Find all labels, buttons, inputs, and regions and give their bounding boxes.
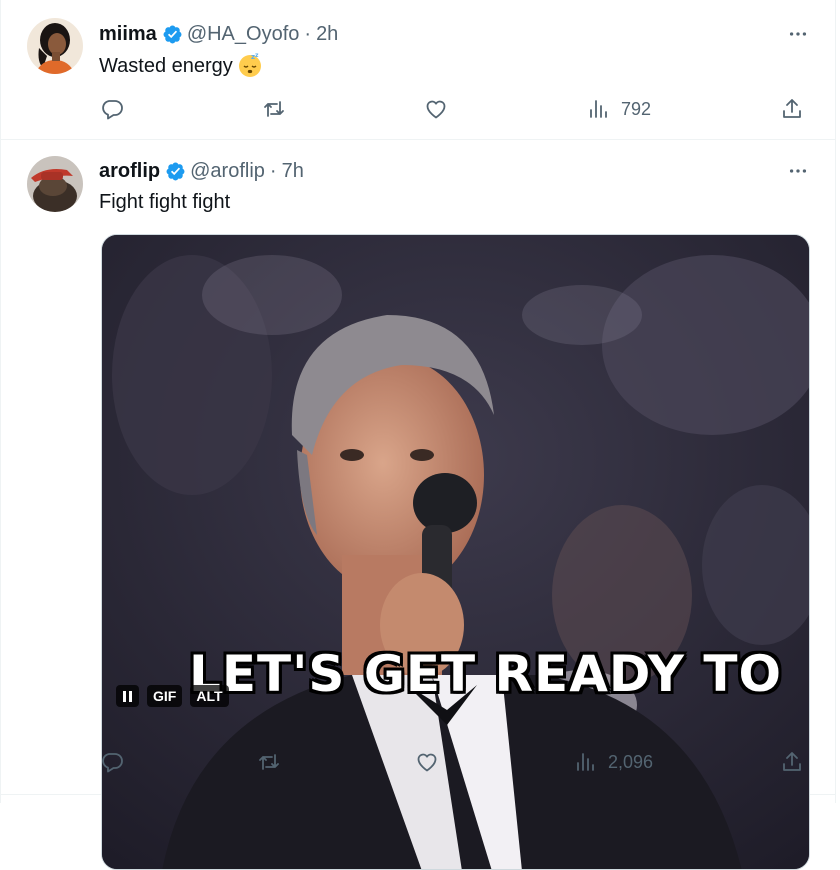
views-button[interactable]: 792: [587, 95, 651, 123]
avatar[interactable]: [27, 156, 83, 212]
tweet-actions: 792: [1, 95, 836, 123]
gif-badge: GIF: [147, 685, 183, 707]
reply-button[interactable]: [100, 748, 124, 776]
alt-button[interactable]: ALT: [190, 685, 229, 707]
separator: ·: [304, 22, 312, 45]
pause-button[interactable]: [116, 685, 139, 707]
verified-badge-icon: [162, 24, 183, 45]
views-icon: [590, 100, 607, 118]
like-button[interactable]: [424, 95, 448, 123]
user-handle[interactable]: @aroflip: [190, 160, 265, 183]
display-name[interactable]: miima: [99, 23, 157, 46]
views-count: 2,096: [608, 751, 654, 772]
sleeping-face-icon: zz: [237, 52, 263, 78]
retweet-button[interactable]: [262, 95, 286, 123]
svg-text:z: z: [255, 52, 259, 59]
separator: ·: [269, 159, 277, 182]
views-icon: [577, 753, 594, 771]
pause-icon: [123, 690, 132, 702]
share-button[interactable]: [780, 748, 804, 776]
tweet[interactable]: miima @HA_Oyofo · 2h Wasted energy z z 7…: [1, 0, 836, 140]
share-icon: [783, 99, 801, 118]
retweet-icon: [259, 754, 279, 770]
like-button[interactable]: [415, 748, 439, 776]
tweet-header: miima @HA_Oyofo · 2h: [99, 21, 338, 47]
share-icon: [783, 752, 801, 771]
tweet-text: Wasted energy z z: [99, 52, 263, 79]
like-icon: [426, 100, 446, 119]
avatar[interactable]: [27, 18, 83, 74]
share-button[interactable]: [780, 95, 804, 123]
timestamp[interactable]: 2h: [316, 23, 338, 46]
timestamp[interactable]: 7h: [282, 160, 304, 183]
tweet[interactable]: aroflip @aroflip · 7h Fight fight fight: [1, 140, 836, 870]
more-icon[interactable]: [786, 22, 810, 46]
verified-badge-icon: [165, 161, 186, 182]
reply-button[interactable]: [100, 95, 124, 123]
retweet-button[interactable]: [257, 748, 281, 776]
views-button[interactable]: 2,096: [574, 748, 653, 776]
views-count: 792: [621, 98, 652, 119]
gif-controls: GIF ALT: [116, 684, 229, 708]
reply-icon: [102, 100, 123, 120]
retweet-icon: [264, 101, 284, 117]
more-icon[interactable]: [786, 159, 810, 183]
display-name[interactable]: aroflip: [99, 160, 160, 183]
tweet-actions: 2,096: [1, 748, 836, 776]
tweet-body: Wasted energy: [99, 55, 233, 77]
like-icon: [417, 753, 437, 772]
tweet-header: aroflip @aroflip · 7h: [99, 158, 304, 184]
tweet-text: Fight fight fight: [99, 191, 231, 213]
timeline: miima @HA_Oyofo · 2h Wasted energy z z 7…: [0, 0, 836, 870]
reply-icon: [102, 753, 123, 773]
user-handle[interactable]: @HA_Oyofo: [187, 23, 300, 46]
